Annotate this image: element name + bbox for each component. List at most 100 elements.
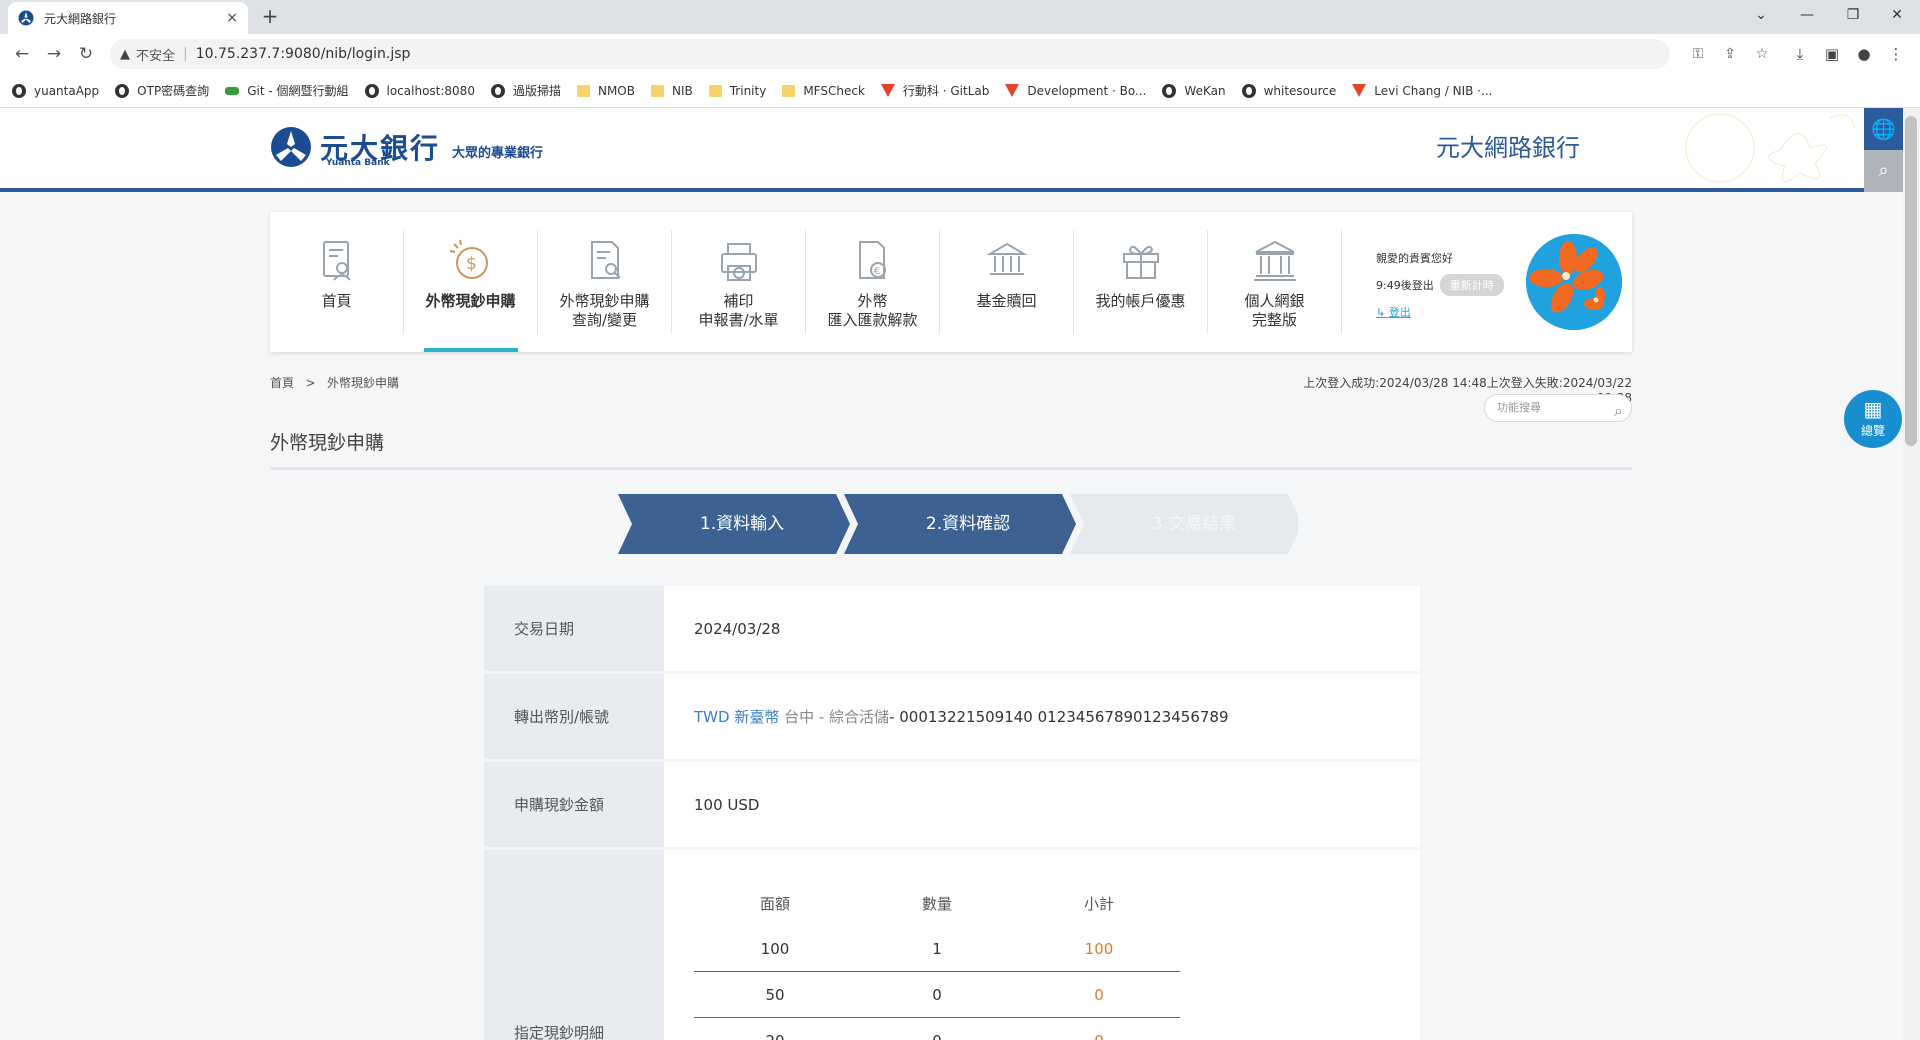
- date-label: 交易日期: [484, 586, 664, 671]
- profile-icon[interactable]: ●: [1852, 42, 1876, 66]
- bank-name-en: Yuanta Bank: [326, 158, 390, 168]
- forward-arrow-icon[interactable]: →: [42, 42, 66, 66]
- menu-label: 個人網銀 完整版: [1244, 292, 1305, 329]
- flower-decoration-icon: [1685, 113, 1856, 183]
- quantity-cell: 1: [932, 939, 942, 958]
- bookmark-item[interactable]: NMOB: [576, 84, 635, 98]
- page-heading: 外幣現鈔申購: [270, 428, 1632, 470]
- reload-icon[interactable]: ↻: [74, 42, 98, 66]
- denomination-cell: 20: [694, 1032, 856, 1040]
- download-icon[interactable]: ⤓: [1788, 42, 1812, 66]
- site-title: 元大網路銀行: [1436, 134, 1580, 162]
- bookmark-label: 行動科 · GitLab: [902, 84, 990, 98]
- bookmark-label: NIB: [671, 83, 693, 98]
- menu-label: 我的帳戶優惠: [1095, 292, 1186, 310]
- greeting-text: 親愛的貴賓您好: [1376, 252, 1453, 265]
- menu-label: 首頁: [321, 292, 352, 310]
- grid-icon: ▦: [1863, 397, 1883, 421]
- menu-item-account-offers[interactable]: 我的帳戶優惠: [1074, 230, 1208, 334]
- reset-timer-button[interactable]: 重新計時: [1439, 274, 1504, 296]
- menu-kebab-icon[interactable]: ⋮: [1884, 42, 1908, 66]
- logout-arrow-icon: ↳: [1376, 306, 1386, 319]
- svg-text:€: €: [874, 266, 880, 277]
- bookmark-item[interactable]: Git - 個網暨行動組: [225, 82, 349, 99]
- warning-icon: ▲: [120, 46, 130, 62]
- green-icon: [225, 86, 240, 95]
- back-arrow-icon[interactable]: ←: [10, 42, 34, 66]
- bookmarks-bar: yuantaApp OTP密碼查詢 Git - 個網暨行動組 localhost:80…: [0, 74, 1920, 108]
- bookmark-item[interactable]: MFSCheck: [782, 84, 865, 98]
- scrollbar-thumb[interactable]: [1905, 116, 1917, 446]
- address-toolbar: ← → ↻ ▲ 不安全 | 10.75.237.7:9080/nib/login…: [0, 34, 1920, 74]
- close-window-button[interactable]: ✕: [1874, 0, 1920, 30]
- tab-search-chevron-icon[interactable]: ⌄: [1738, 0, 1784, 30]
- date-value: 2024/03/28: [664, 586, 1420, 671]
- amount-value: 100 USD: [664, 762, 1420, 847]
- bookmark-item[interactable]: 過版掃描: [490, 82, 561, 99]
- search-icon[interactable]: ⌕: [1614, 398, 1623, 424]
- new-tab-button[interactable]: +: [258, 4, 282, 28]
- minimize-button[interactable]: —: [1784, 0, 1830, 30]
- confirmation-table: 交易日期 2024/03/28 轉出幣別/帳號 TWD 新臺幣 台中 - 綜合活…: [484, 586, 1420, 1040]
- menu-item-inward-remittance[interactable]: € 外幣 匯入匯款解款: [806, 230, 940, 334]
- bookmark-label: Levi Chang / NIB ·...: [1374, 83, 1493, 98]
- bookmark-item[interactable]: NIB: [650, 83, 693, 98]
- star-icon[interactable]: ☆: [1750, 42, 1774, 66]
- bookmark-item[interactable]: whitesource: [1241, 83, 1336, 98]
- menu-item-home[interactable]: 首頁: [270, 230, 404, 334]
- tab-close-icon[interactable]: ×: [226, 10, 238, 26]
- bookmark-item[interactable]: localhost:8080: [364, 83, 475, 98]
- menu-item-fund-redemption[interactable]: 基金贖回: [940, 230, 1074, 334]
- globe-icon: [364, 83, 379, 98]
- bank-building-icon: [1253, 240, 1296, 281]
- table-row: 100 1 100: [694, 926, 1180, 972]
- breadcrumb-home[interactable]: 首頁: [270, 376, 294, 390]
- side-panel-icon[interactable]: ▣: [1820, 42, 1844, 66]
- bookmark-item[interactable]: Trinity: [708, 84, 766, 98]
- avatar[interactable]: [1526, 234, 1622, 330]
- bookmark-item[interactable]: OTP密碼查詢: [115, 82, 209, 99]
- folder-icon: [782, 84, 796, 97]
- bookmark-label: MFSCheck: [803, 83, 865, 98]
- bookmark-item[interactable]: WeKan: [1162, 83, 1226, 98]
- key-icon[interactable]: ⚿: [1686, 42, 1710, 66]
- omnibox[interactable]: ▲ 不安全 | 10.75.237.7:9080/nib/login.jsp: [110, 39, 1670, 69]
- page-viewport: 元大銀行 Yuanta Bank 大眾的專業銀行 元大網路銀行 🌐 ⌕ 首頁 $…: [0, 108, 1903, 1040]
- bookmark-item[interactable]: 行動科 · GitLab: [880, 82, 990, 99]
- gitlab-icon: [880, 84, 895, 97]
- bookmark-label: OTP密碼查詢: [137, 84, 210, 98]
- bookmark-label: 過版掃描: [512, 84, 561, 98]
- bookmark-label: WeKan: [1184, 83, 1226, 98]
- bookmark-item[interactable]: yuantaApp: [12, 83, 99, 98]
- menu-item-full-version[interactable]: 個人網銀 完整版: [1208, 230, 1342, 334]
- restore-button[interactable]: ❐: [1830, 0, 1876, 30]
- header-subtotal: 小計: [1083, 894, 1114, 913]
- function-search-input[interactable]: 功能搜尋 ⌕: [1484, 394, 1632, 422]
- url-text[interactable]: 10.75.237.7:9080/nib/login.jsp: [196, 46, 411, 62]
- logout-link[interactable]: ↳ 登出: [1376, 304, 1504, 320]
- menu-item-foreign-cash-purchase[interactable]: $ 外幣現鈔申購: [404, 230, 538, 352]
- home-doc-icon: [322, 241, 351, 281]
- menu-item-reprint[interactable]: 補印 申報書/水單: [672, 230, 806, 334]
- bookmark-label: Development · Bo...: [1027, 83, 1147, 98]
- globe-icon: [115, 83, 130, 98]
- bank-logo[interactable]: 元大銀行 Yuanta Bank 大眾的專業銀行: [270, 126, 543, 168]
- overview-button[interactable]: ▦ 總覽: [1844, 390, 1902, 448]
- account-number: - 00013221509140 01234567890123456789: [889, 707, 1229, 726]
- bank-slogan: 大眾的專業銀行: [452, 145, 544, 161]
- table-row: 50 0 0: [694, 972, 1180, 1018]
- site-search-icon[interactable]: ⌕: [1864, 150, 1903, 192]
- bookmark-item[interactable]: Development · Bo...: [1005, 84, 1146, 98]
- share-icon[interactable]: ⇪: [1718, 42, 1742, 66]
- bookmark-item[interactable]: Levi Chang / NIB ·...: [1352, 84, 1492, 98]
- menu-label: 外幣 匯入匯款解款: [827, 292, 918, 329]
- language-globe-icon[interactable]: 🌐: [1864, 108, 1903, 150]
- countdown-text: 9:49後登出: [1376, 279, 1434, 292]
- browser-tab[interactable]: 元大網路銀行 ×: [8, 2, 248, 34]
- tab-title: 元大網路銀行: [44, 11, 117, 26]
- menu-item-query-change[interactable]: 外幣現鈔申購 查詢/變更: [538, 230, 672, 334]
- euro-doc-icon: €: [858, 241, 886, 279]
- user-greeting: 親愛的貴賓您好 9:49後登出 重新計時 ↳ 登出: [1376, 250, 1504, 320]
- quantity-cell: 0: [932, 985, 942, 1004]
- page-title: 外幣現鈔申購: [270, 432, 385, 454]
